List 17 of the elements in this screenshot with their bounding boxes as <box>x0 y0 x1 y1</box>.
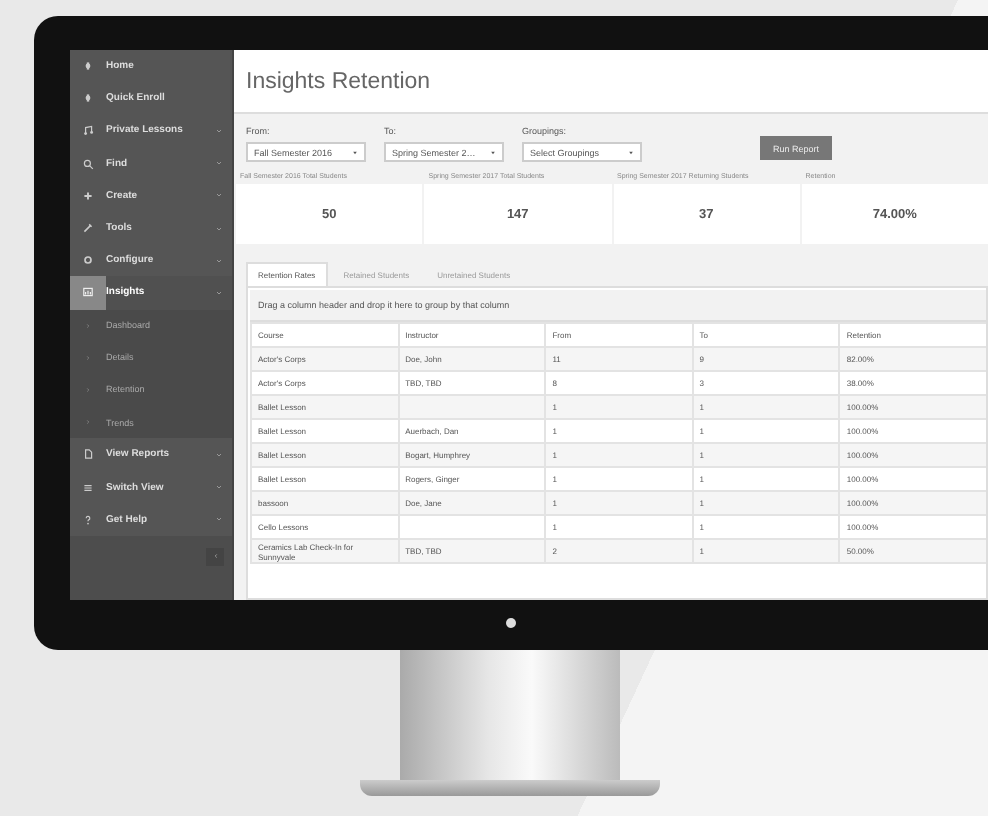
menu-item-icon <box>82 189 94 202</box>
power-light <box>506 618 516 628</box>
caret-icon <box>628 149 634 155</box>
collapse-button[interactable] <box>206 547 224 566</box>
menu-item-icon <box>82 157 94 170</box>
menu-item-icon <box>82 481 94 494</box>
caret-icon <box>352 149 358 155</box>
page-title: Insights Retention <box>246 69 431 93</box>
menu-item-icon <box>82 60 94 73</box>
menu-item-icon <box>82 254 94 267</box>
menu-item-icon <box>82 448 94 461</box>
menu-item-icon <box>82 513 94 526</box>
menu-item-icon <box>82 92 94 105</box>
caret-icon <box>490 149 496 155</box>
menu-item-icon <box>82 222 94 235</box>
menu-item-icon <box>82 124 94 137</box>
menu-item-icon <box>82 286 94 299</box>
